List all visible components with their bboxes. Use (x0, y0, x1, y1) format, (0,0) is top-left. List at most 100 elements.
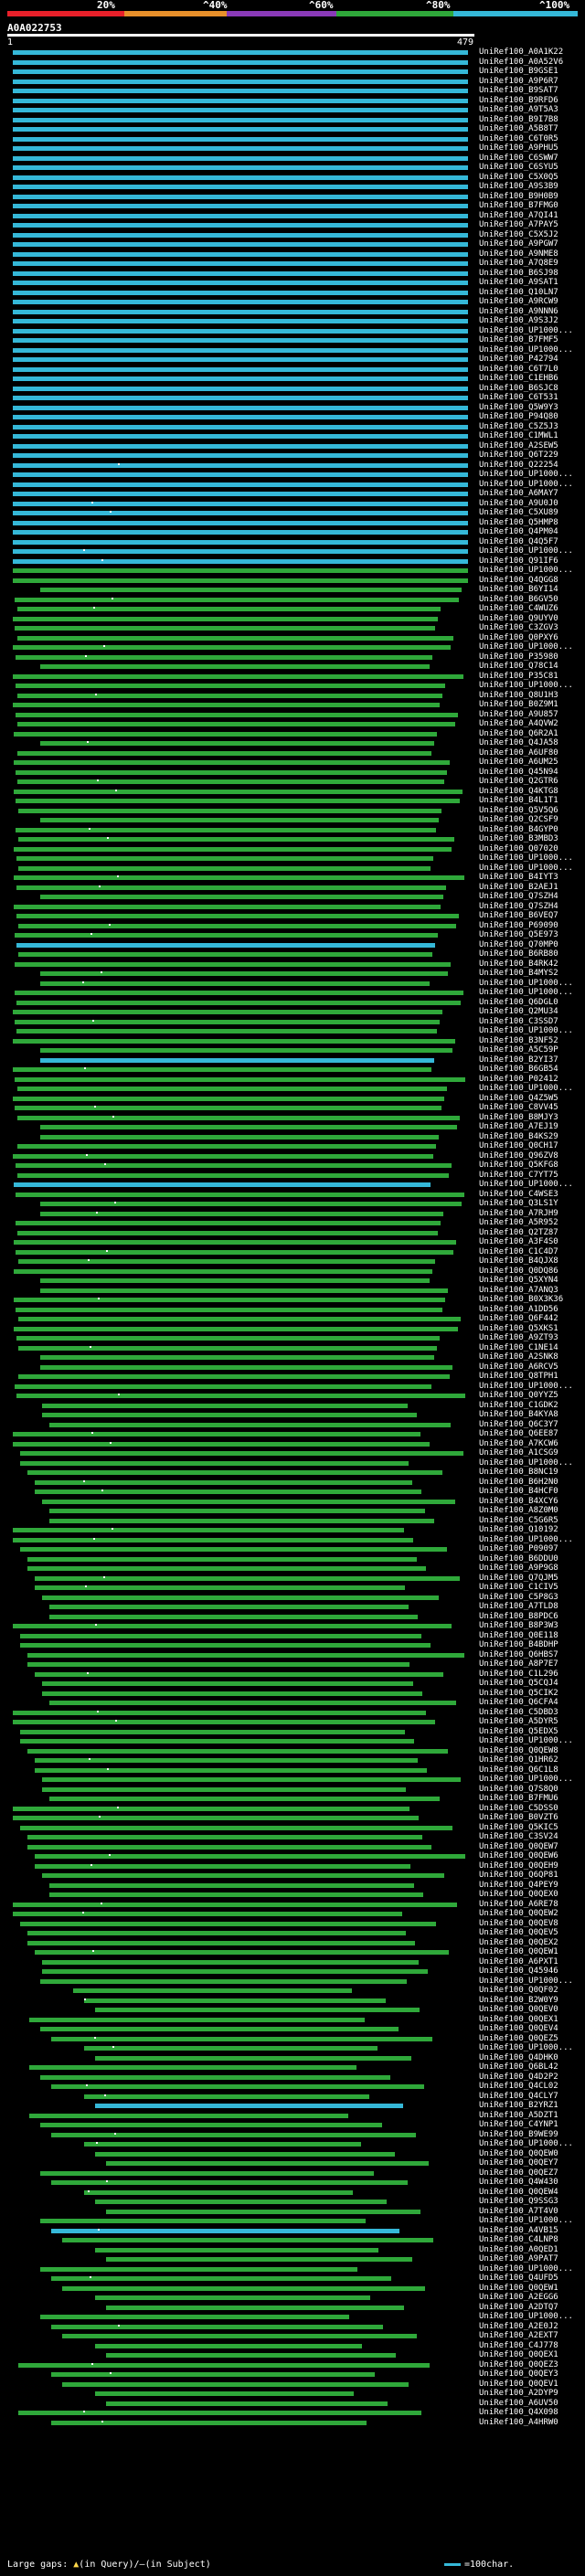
hit-row[interactable]: UniRef100_Q0QEW7 (0, 1842, 585, 1852)
hit-bar[interactable] (13, 453, 468, 458)
hit-row[interactable]: UniRef100_Q5KIC5 (0, 1823, 585, 1833)
hit-bar[interactable] (14, 760, 450, 765)
hit-bar[interactable] (42, 1681, 413, 1686)
hit-bar[interactable] (13, 1038, 455, 1044)
hit-label[interactable]: UniRef100_B2YRZ1 (479, 2101, 558, 2111)
hit-row[interactable]: UniRef100_C1CIV5 (0, 1583, 585, 1593)
hit-row[interactable]: UniRef100_Q0QEY7 (0, 2158, 585, 2168)
hit-row[interactable]: UniRef100_A0A52V6 (0, 58, 585, 68)
hit-label[interactable]: UniRef100_C6T7L0 (479, 365, 558, 375)
hit-row[interactable]: UniRef100_C5DSS0 (0, 1804, 585, 1814)
hit-label[interactable]: UniRef100_B2AEJ1 (479, 883, 558, 893)
hit-row[interactable]: UniRef100_C3SSD7 (0, 1017, 585, 1027)
hit-label[interactable]: UniRef100_A9PHU5 (479, 143, 558, 154)
hit-row[interactable]: UniRef100_B4RK42 (0, 959, 585, 970)
hit-row[interactable]: UniRef100_B9I7B8 (0, 115, 585, 125)
hit-bar[interactable] (35, 1479, 412, 1485)
hit-bar[interactable] (106, 2209, 420, 2214)
hit-bar[interactable] (13, 530, 468, 535)
hit-label[interactable]: UniRef100_A9SAT1 (479, 278, 558, 288)
hit-label[interactable]: UniRef100_P09097 (479, 1544, 558, 1554)
hit-label[interactable]: UniRef100_Q96ZV8 (479, 1151, 558, 1161)
hit-label[interactable]: UniRef100_A9S3J2 (479, 316, 558, 326)
hit-bar[interactable] (17, 693, 442, 698)
hit-bar[interactable] (13, 396, 468, 400)
hit-row[interactable]: UniRef100_UP1000... (0, 546, 585, 557)
hit-row[interactable]: UniRef100_A9PGW7 (0, 239, 585, 249)
hit-label[interactable]: UniRef100_Q4PEY9 (479, 1881, 558, 1891)
hit-bar[interactable] (13, 270, 468, 276)
hit-label[interactable]: UniRef100_Q0PXY6 (479, 633, 558, 643)
hit-row[interactable]: UniRef100_Q0QEV5 (0, 1928, 585, 1938)
hit-label[interactable]: UniRef100_UP1000... (479, 470, 573, 480)
hit-bar[interactable] (13, 549, 468, 554)
hit-bar[interactable] (13, 290, 468, 295)
hit-label[interactable]: UniRef100_C4WSE3 (479, 1190, 558, 1200)
hit-bar[interactable] (13, 347, 468, 353)
hit-row[interactable]: UniRef100_UP1000... (0, 1775, 585, 1785)
hit-bar[interactable] (13, 539, 468, 545)
hit-label[interactable]: UniRef100_C5Z5J3 (479, 422, 558, 432)
hit-bar[interactable] (35, 1575, 460, 1581)
hit-bar[interactable] (15, 1106, 441, 1110)
hit-row[interactable]: UniRef100_B8PDC6 (0, 1612, 585, 1622)
hit-bar[interactable] (13, 185, 468, 189)
hit-label[interactable]: UniRef100_A9T5A3 (479, 105, 558, 115)
hit-label[interactable]: UniRef100_C4WUZ6 (479, 604, 558, 614)
hit-label[interactable]: UniRef100_Q5HMP8 (479, 518, 558, 528)
hit-row[interactable]: UniRef100_C1MWL1 (0, 431, 585, 441)
hit-label[interactable]: UniRef100_A9P9G8 (479, 1564, 558, 1574)
hit-label[interactable]: UniRef100_B4GYP0 (479, 825, 558, 835)
hit-label[interactable]: UniRef100_UP1000... (479, 642, 573, 652)
hit-label[interactable]: UniRef100_A2DYP9 (479, 2389, 558, 2399)
hit-label[interactable]: UniRef100_C1EHB6 (479, 374, 558, 384)
hit-bar[interactable] (95, 2295, 370, 2300)
hit-row[interactable]: UniRef100_Q4KTG8 (0, 787, 585, 797)
hit-label[interactable]: UniRef100_C5X0Q5 (479, 173, 558, 183)
hit-row[interactable]: UniRef100_Q7SZH4 (0, 892, 585, 902)
hit-bar[interactable] (13, 501, 468, 506)
hit-row[interactable]: UniRef100_C5DBD3 (0, 1708, 585, 1718)
hit-row[interactable]: UniRef100_Q10LN7 (0, 288, 585, 298)
hit-bar[interactable] (14, 789, 463, 794)
hit-label[interactable]: UniRef100_UP1000... (479, 1180, 573, 1190)
hit-bar[interactable] (18, 2362, 430, 2368)
hit-row[interactable]: UniRef100_C4WSE3 (0, 1190, 585, 1200)
hit-bar[interactable] (29, 2113, 348, 2118)
hit-bar[interactable] (13, 434, 468, 439)
hit-bar[interactable] (13, 511, 468, 515)
hit-label[interactable]: UniRef100_B6GV50 (479, 595, 558, 605)
hit-row[interactable]: UniRef100_A3F4S0 (0, 1237, 585, 1247)
hit-row[interactable]: UniRef100_A6MAY7 (0, 489, 585, 499)
hit-row[interactable]: UniRef100_B7FMG0 (0, 201, 585, 211)
hit-label[interactable]: UniRef100_B7FMU6 (479, 1794, 558, 1804)
hit-row[interactable]: UniRef100_A6UV50 (0, 2399, 585, 2409)
hit-label[interactable]: UniRef100_C3ZGV3 (479, 623, 558, 633)
hit-bar[interactable] (13, 482, 468, 487)
hit-row[interactable]: UniRef100_B8NC19 (0, 1468, 585, 1478)
hit-row[interactable]: UniRef100_C4J778 (0, 2341, 585, 2351)
hit-row[interactable]: UniRef100_Q0QF02 (0, 1986, 585, 1996)
hit-row[interactable]: UniRef100_B4XCY6 (0, 1497, 585, 1507)
hit-row[interactable]: UniRef100_Q4JA58 (0, 738, 585, 748)
hit-bar[interactable] (40, 1048, 452, 1053)
hit-row[interactable]: UniRef100_Q0QEY3 (0, 2369, 585, 2380)
hit-label[interactable]: UniRef100_Q70MP0 (479, 940, 558, 950)
hit-label[interactable]: UniRef100_Q5EDX5 (479, 1727, 558, 1737)
hit-label[interactable]: UniRef100_C7YT75 (479, 1171, 558, 1181)
hit-bar[interactable] (40, 1134, 439, 1140)
hit-row[interactable]: UniRef100_C4WUZ6 (0, 604, 585, 614)
hit-label[interactable]: UniRef100_C5X5J2 (479, 230, 558, 240)
hit-bar[interactable] (16, 712, 458, 717)
hit-label[interactable]: UniRef100_Q0QEW0 (479, 2149, 558, 2159)
hit-bar[interactable] (16, 1000, 461, 1005)
hit-label[interactable]: UniRef100_B9GSE1 (479, 67, 558, 77)
hit-label[interactable]: UniRef100_Q6C1L8 (479, 1765, 558, 1776)
hit-bar[interactable] (14, 1298, 445, 1302)
hit-label[interactable]: UniRef100_Q0DQ86 (479, 1267, 558, 1277)
hit-row[interactable]: UniRef100_A0QED1 (0, 2245, 585, 2255)
hit-label[interactable]: UniRef100_Q4CL02 (479, 2082, 558, 2092)
hit-row[interactable]: UniRef100_A6UF80 (0, 748, 585, 758)
hit-row[interactable]: UniRef100_Q6C1L8 (0, 1765, 585, 1776)
hit-row[interactable]: UniRef100_Q22254 (0, 461, 585, 471)
